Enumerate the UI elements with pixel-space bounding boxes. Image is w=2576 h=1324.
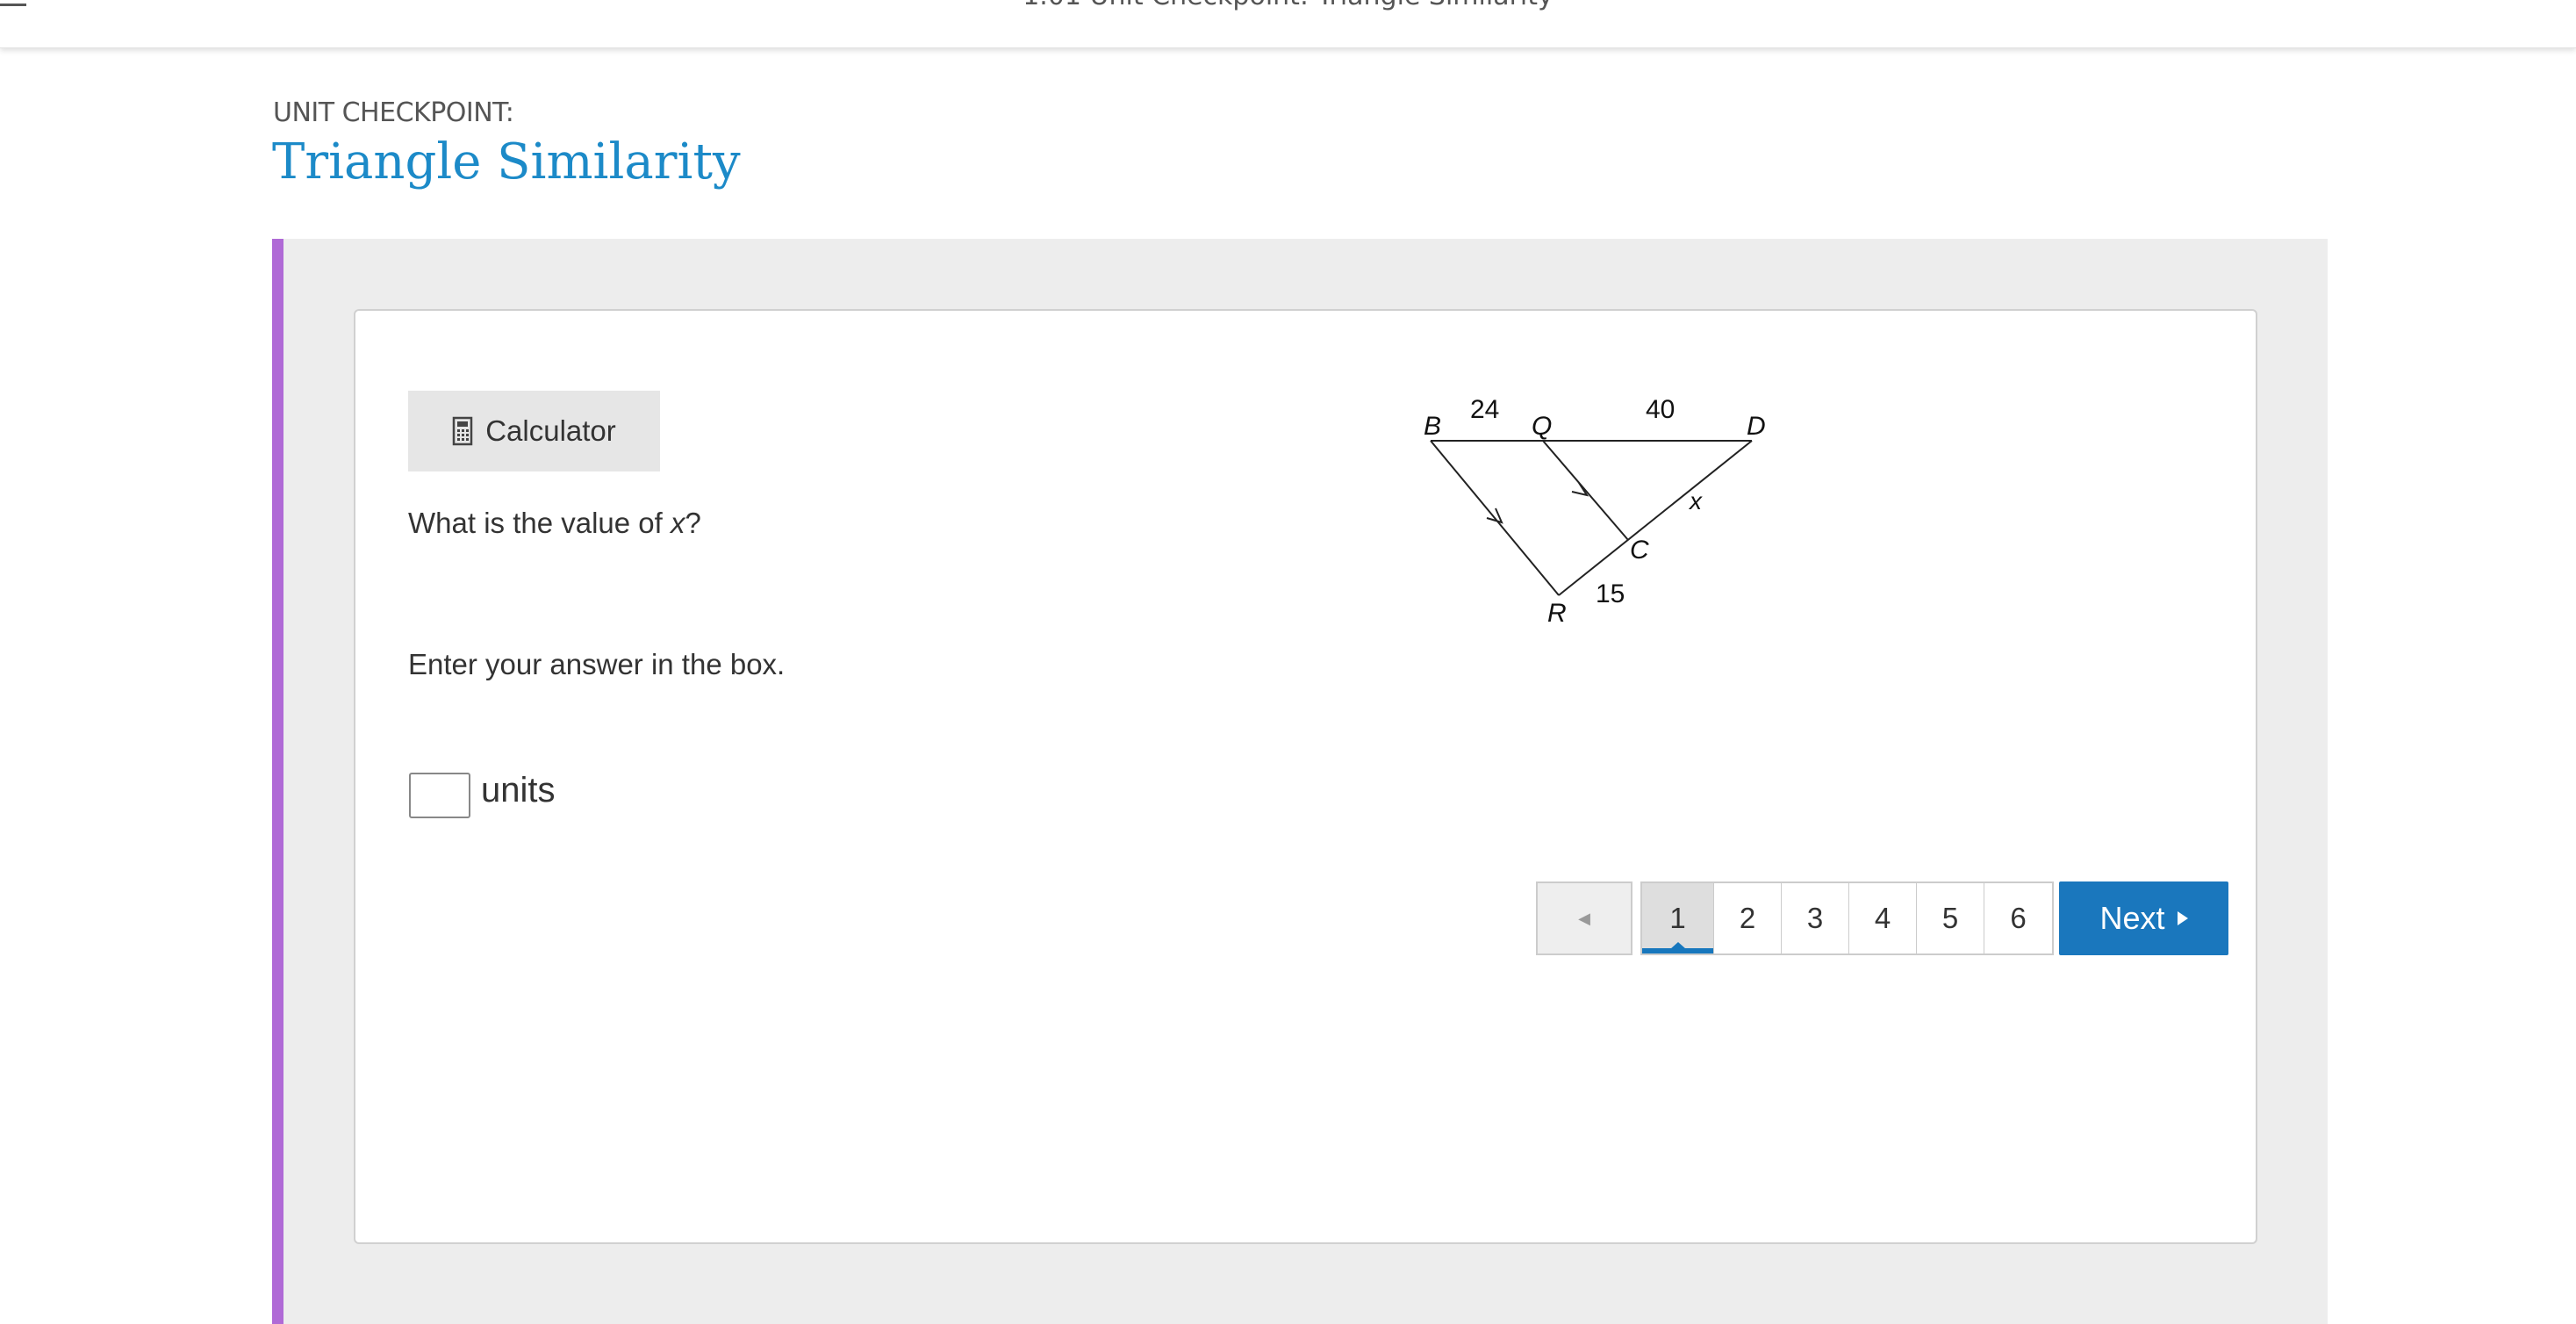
point-d-label: D <box>1747 412 1766 441</box>
length-rc-label: 15 <box>1596 579 1625 608</box>
prompt-text-end: ? <box>685 507 701 539</box>
calculator-button[interactable]: Calculator <box>408 391 660 471</box>
length-bq-label: 24 <box>1470 395 1499 424</box>
segment-rd <box>1558 440 1753 596</box>
length-x-label: x <box>1688 487 1703 514</box>
point-q-label: Q <box>1532 412 1552 441</box>
answer-input[interactable] <box>409 773 470 818</box>
page-button-4[interactable]: 4 <box>1849 883 1917 953</box>
next-button[interactable]: Next <box>2059 881 2228 955</box>
page-number-group: 1 2 3 4 5 6 <box>1640 881 2054 955</box>
checkpoint-eyebrow: UNIT CHECKPOINT: <box>273 97 514 128</box>
page-button-2[interactable]: 2 <box>1714 883 1782 953</box>
previous-arrow-icon: ◀ <box>1578 909 1590 927</box>
segment-qc <box>1542 440 1629 541</box>
answer-instruction: Enter your answer in the box. <box>408 648 786 680</box>
page-button-3[interactable]: 3 <box>1782 883 1849 953</box>
prompt-variable: x <box>670 507 685 539</box>
point-b-label: B <box>1424 412 1441 441</box>
point-r-label: R <box>1547 599 1567 628</box>
calculator-icon <box>452 416 473 446</box>
previous-button[interactable]: ◀ <box>1536 881 1632 955</box>
calculator-label: Calculator <box>485 414 616 447</box>
page-title: Triangle Similarity <box>272 133 741 191</box>
top-bar: 1.01 Unit Checkpoint: Triangle Similarit… <box>0 0 2576 48</box>
question-prompt: What is the value of x? <box>408 507 701 540</box>
segment-br <box>1430 440 1560 596</box>
lesson-title: 1.01 Unit Checkpoint: Triangle Similarit… <box>0 0 2576 11</box>
next-label: Next <box>2099 900 2165 936</box>
point-c-label: C <box>1630 536 1649 565</box>
prompt-text-start: What is the value of <box>408 507 671 539</box>
triangle-diagram: B 24 Q 40 D x C 15 R <box>1424 395 1766 628</box>
page-button-6[interactable]: 6 <box>1984 883 2052 953</box>
length-qd-label: 40 <box>1646 395 1675 424</box>
next-arrow-icon <box>2177 911 2188 925</box>
units-label: units <box>481 771 556 810</box>
page-button-1[interactable]: 1 <box>1642 883 1714 953</box>
page-button-5[interactable]: 5 <box>1917 883 1984 953</box>
